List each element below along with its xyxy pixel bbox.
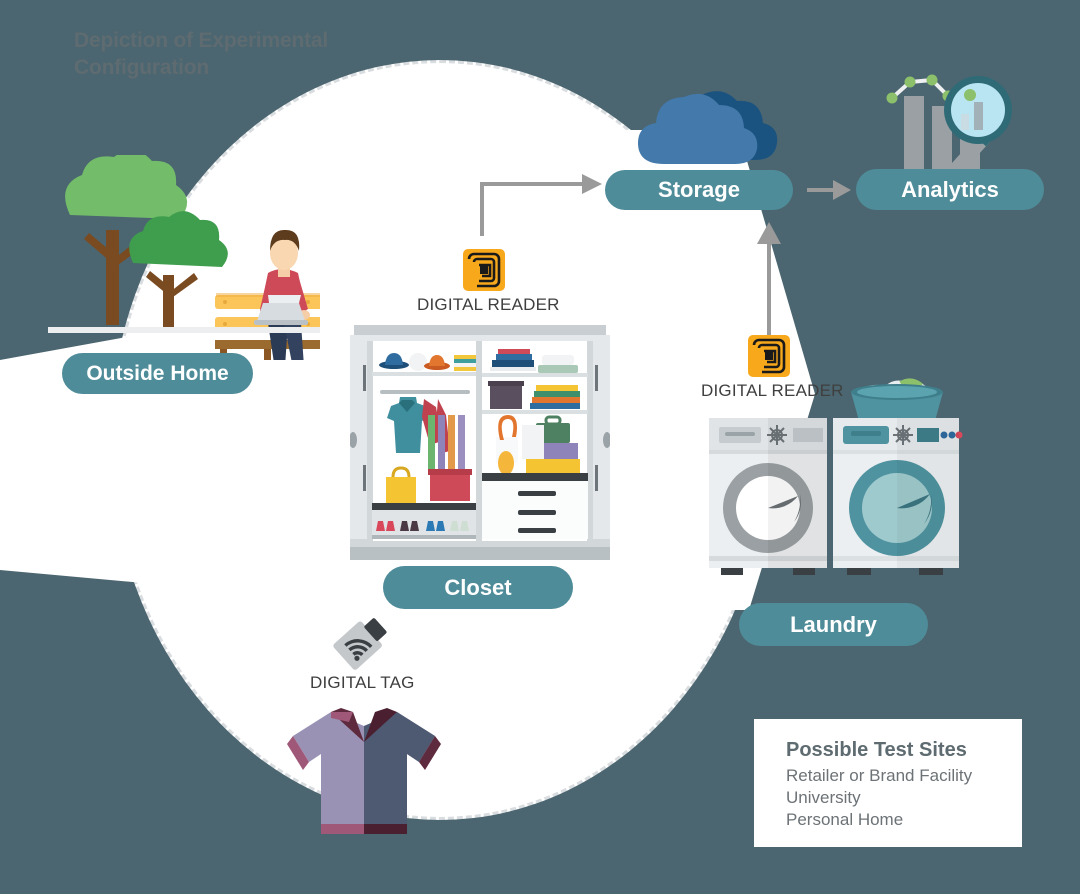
legend-item: Personal Home: [786, 809, 904, 829]
park-bench-person-laptop-icon: [48, 155, 320, 360]
rfid-tag-icon[interactable]: [332, 613, 392, 671]
arrow-reader-to-storage: [480, 174, 602, 236]
rfid-reader-icon-2[interactable]: [748, 335, 790, 377]
page-title: Depiction of Experimental Configuration: [74, 29, 329, 79]
legend-heading: Possible Test Sites: [786, 739, 967, 761]
reader-top-label: DIGITAL READER: [417, 295, 560, 314]
node-laundry-label: Laundry: [790, 611, 877, 637]
reader-right-label: DIGITAL READER: [701, 381, 844, 400]
node-storage[interactable]: Storage: [605, 170, 793, 210]
node-outside-home-label: Outside Home: [86, 361, 229, 385]
legend-item: Retailer or Brand Facility: [786, 766, 973, 785]
node-closet-label: Closet: [444, 574, 512, 600]
legend-possible-test-sites: Possible Test Sites Retailer or Brand Fa…: [754, 719, 1022, 847]
node-closet[interactable]: Closet: [383, 566, 573, 609]
tag-label: DIGITAL TAG: [310, 673, 415, 692]
node-outside-home[interactable]: Outside Home: [62, 353, 253, 394]
node-analytics[interactable]: Analytics: [856, 169, 1044, 210]
cloud-storage-icon: [638, 91, 778, 164]
node-storage-label: Storage: [658, 177, 740, 202]
legend-item: University: [786, 787, 861, 807]
polo-shirt-icon: [287, 708, 441, 834]
node-analytics-label: Analytics: [901, 176, 999, 202]
arrow-reader-to-storage-up: [757, 222, 781, 336]
closet-wardrobe-icon: [350, 325, 610, 560]
bar-chart-magnifier-icon: [886, 74, 1012, 177]
rfid-reader-icon[interactable]: [463, 249, 505, 291]
arrow-storage-to-analytics: [807, 180, 851, 200]
washing-machine-icon: [709, 378, 963, 575]
node-laundry[interactable]: Laundry: [739, 603, 928, 646]
diagram-canvas: Depiction of Experimental Configuration: [0, 0, 1080, 894]
